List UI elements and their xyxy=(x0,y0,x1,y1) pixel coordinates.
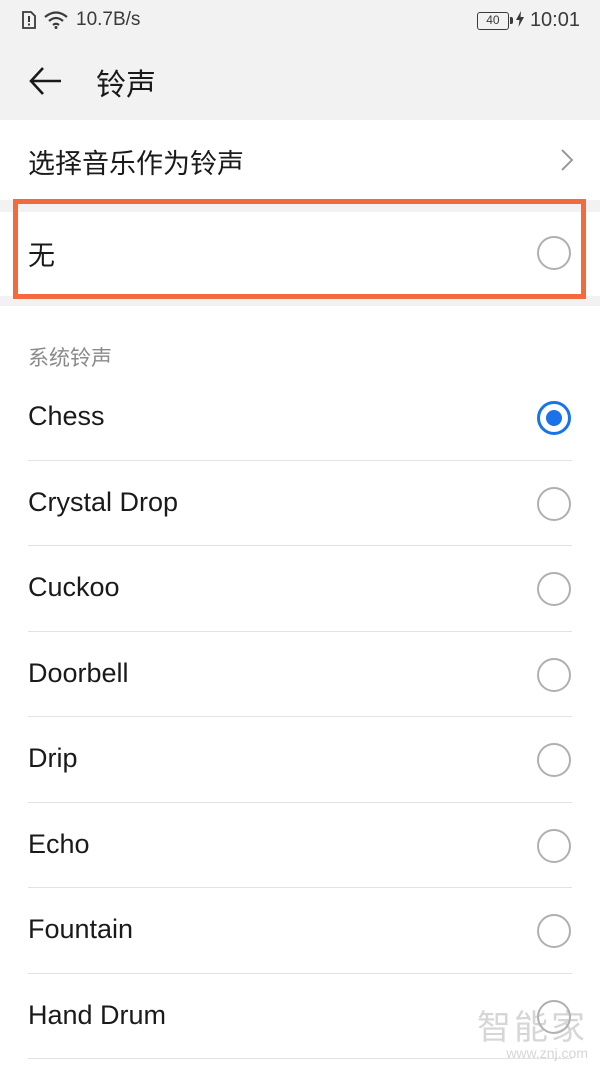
ringtone-name: Cuckoo xyxy=(28,572,120,602)
radio-button[interactable] xyxy=(537,914,571,948)
app-bar: 铃声 xyxy=(0,42,600,120)
ringtone-name: Doorbell xyxy=(28,657,129,688)
radio-button[interactable] xyxy=(537,657,571,692)
list-item[interactable]: Drip xyxy=(0,717,600,803)
ringtone-name: Hand Drum xyxy=(28,999,167,1030)
select-music-row[interactable]: 选择音乐作为铃声 xyxy=(0,120,600,200)
radio-button[interactable] xyxy=(537,486,571,521)
radio-button[interactable] xyxy=(537,572,571,606)
sim-alert-icon xyxy=(22,11,36,29)
back-arrow-icon xyxy=(29,67,61,95)
section-divider xyxy=(0,296,600,306)
radio-button[interactable] xyxy=(537,743,571,777)
section-divider xyxy=(0,200,600,212)
status-bar: 10.7B/s 40 10:01 xyxy=(0,0,600,42)
list-item[interactable]: Chess xyxy=(0,375,600,461)
none-option-row[interactable]: 无 xyxy=(0,212,600,296)
radio-button[interactable] xyxy=(537,828,571,863)
radio-button[interactable] xyxy=(537,236,571,270)
back-button[interactable] xyxy=(28,62,68,100)
none-option-label: 无 xyxy=(28,241,55,272)
section-header: 系统铃声 xyxy=(28,346,112,370)
charging-icon xyxy=(515,10,524,32)
wifi-icon xyxy=(44,11,68,29)
radio-button-selected[interactable] xyxy=(537,401,571,435)
ringtone-name: Drip xyxy=(28,743,78,773)
clock: 10:01 xyxy=(529,9,580,31)
chevron-right-icon xyxy=(560,148,574,176)
ringtone-name: Chess xyxy=(28,401,105,431)
list-item[interactable]: Fountain xyxy=(0,888,600,974)
ringtone-name: Crystal Drop xyxy=(28,486,179,517)
list-item[interactable]: Cuckoo xyxy=(0,546,600,632)
ringtone-list: Chess Crystal Drop Cuckoo Doorbell Drip … xyxy=(0,375,600,1059)
page-title: 铃声 xyxy=(96,68,156,103)
battery-icon: 40 xyxy=(476,11,513,30)
watermark: 智能家 www.znj.com xyxy=(477,1000,588,1061)
ringtone-name: Echo xyxy=(28,828,90,859)
ringtone-name: Fountain xyxy=(28,914,134,944)
list-item[interactable]: Doorbell xyxy=(0,631,600,717)
list-item[interactable]: Crystal Drop xyxy=(0,460,600,546)
select-music-label: 选择音乐作为铃声 xyxy=(28,149,244,180)
network-speed: 10.7B/s xyxy=(76,9,141,30)
list-item[interactable]: Echo xyxy=(0,802,600,888)
watermark-text: 智能家 xyxy=(477,1008,588,1048)
